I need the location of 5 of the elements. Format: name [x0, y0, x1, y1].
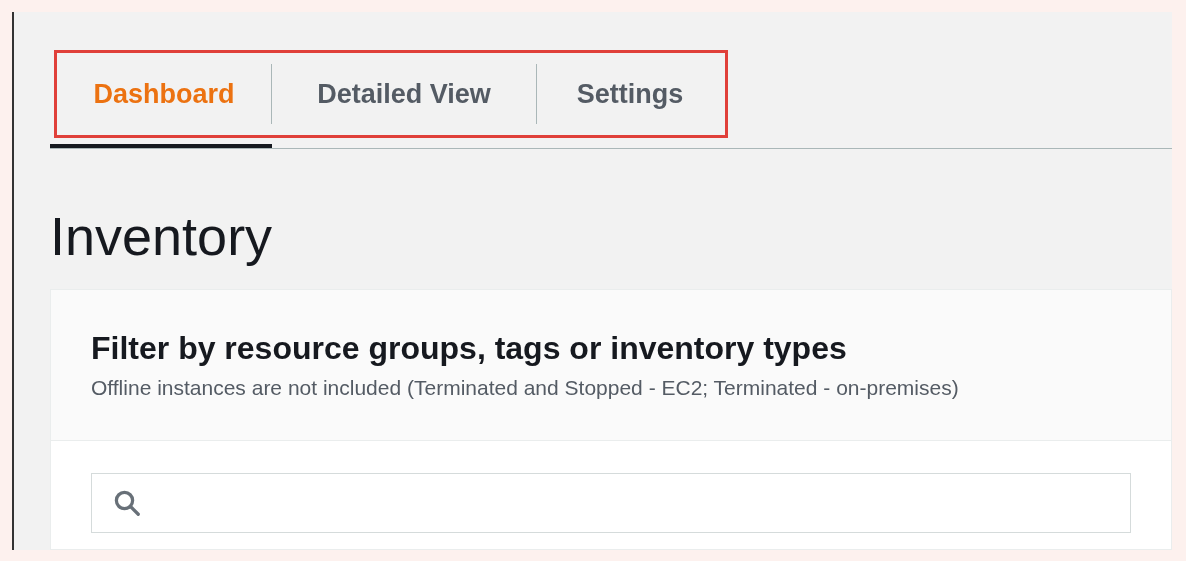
tab[interactable]: Detailed View: [272, 53, 536, 135]
card-heading: Filter by resource groups, tags or inventory types: [91, 329, 848, 368]
card-description: Offline instances are not included (Terminated and Stopped - EC2; Terminated - on-premises): [91, 375, 960, 401]
tab[interactable]: Settings: [537, 53, 723, 135]
search-field[interactable]: [91, 472, 1131, 533]
